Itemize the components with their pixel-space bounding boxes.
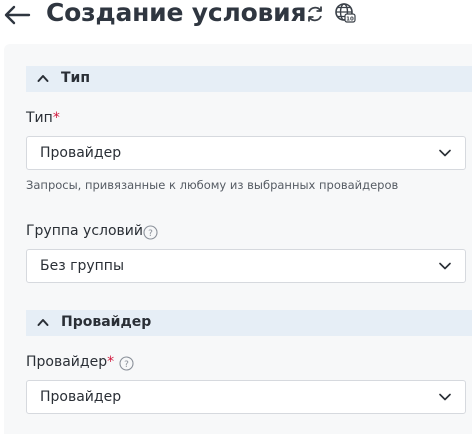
provider-field-label: Провайдер*: [26, 354, 114, 370]
chevron-up-icon: [37, 75, 49, 82]
help-icon[interactable]: ?: [119, 356, 134, 371]
type-select-value: Провайдер: [40, 145, 122, 161]
type-label-text: Тип: [26, 110, 53, 126]
arrow-left-icon[interactable]: [3, 4, 31, 26]
svg-text:10: 10: [346, 16, 354, 22]
chevron-down-icon: [439, 149, 451, 157]
provider-select[interactable]: Провайдер: [26, 380, 466, 414]
refresh-icon[interactable]: [305, 4, 325, 24]
page-header: Создание условия 10: [0, 0, 472, 32]
type-select[interactable]: Провайдер: [26, 136, 466, 170]
chevron-down-icon: [439, 262, 451, 270]
page-title: Создание условия: [46, 0, 307, 27]
provider-label-text: Провайдер: [26, 354, 108, 370]
group-select[interactable]: Без группы: [26, 249, 466, 283]
type-hint: Запросы, привязанные к любому из выбранн…: [26, 178, 399, 192]
globe-icon[interactable]: 10: [334, 2, 356, 24]
section-header-provider[interactable]: Провайдер: [26, 310, 472, 336]
form-panel: [4, 44, 472, 434]
chevron-down-icon: [439, 393, 451, 401]
svg-text:?: ?: [148, 229, 153, 239]
section-header-type[interactable]: Тип: [26, 66, 472, 92]
section-title-type: Тип: [61, 70, 91, 86]
provider-select-value: Провайдер: [40, 389, 122, 405]
type-field-label: Тип*: [26, 110, 60, 126]
chevron-up-icon: [37, 319, 49, 326]
required-mark: *: [52, 110, 60, 126]
help-icon[interactable]: ?: [143, 225, 158, 240]
required-mark: *: [107, 354, 115, 370]
section-title-provider: Провайдер: [61, 314, 152, 330]
svg-text:?: ?: [124, 360, 129, 370]
group-field-label: Группа условий: [26, 223, 143, 239]
group-select-value: Без группы: [40, 258, 124, 274]
